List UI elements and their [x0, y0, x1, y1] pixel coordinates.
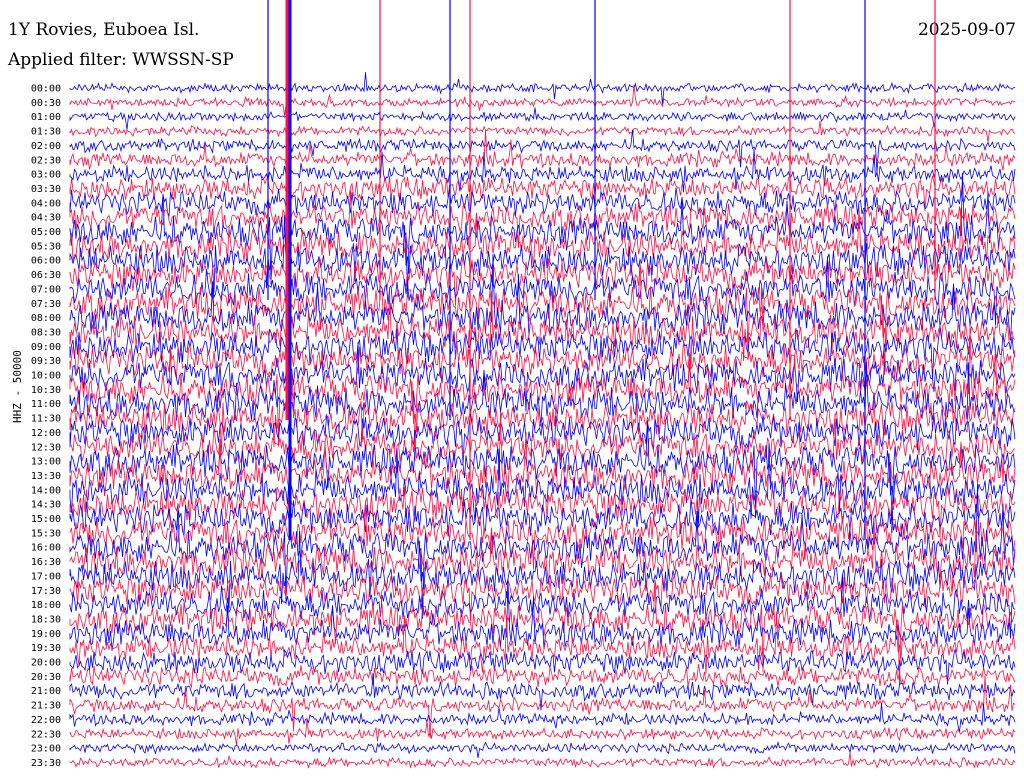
time-tick-label: 02:00 [31, 141, 61, 152]
time-tick-label: 12:00 [31, 428, 61, 439]
helicorder-plot: 00:00 00:30 01:00 01:30 02:00 02:30 03:00 03:30… [31, 0, 1016, 769]
time-tick-label: 08:00 [31, 313, 61, 324]
time-tick-label: 02:30 [31, 155, 61, 166]
time-tick-label: 17:00 [31, 571, 61, 582]
time-tick-label: 05:00 [31, 227, 61, 238]
seismic-trace-line [69, 741, 1016, 759]
trace-group [69, 0, 1016, 769]
time-tick-label: 01:00 [31, 112, 61, 123]
time-tick-label: 03:30 [31, 184, 61, 195]
tick-label-group: 00:00 00:30 01:00 01:30 02:00 02:30 03:00 03:30… [31, 84, 61, 769]
time-tick-label: 09:30 [31, 356, 61, 367]
seismic-trace-line [69, 664, 1016, 689]
time-tick-label: 18:00 [31, 600, 61, 611]
time-tick-label: 06:00 [31, 256, 61, 267]
time-tick-label: 14:30 [31, 500, 61, 511]
time-tick-label: 22:00 [31, 715, 61, 726]
time-tick-label: 10:30 [31, 385, 61, 396]
time-tick-label: 03:00 [31, 170, 61, 181]
time-tick-label: 15:00 [31, 514, 61, 525]
time-tick-label: 08:30 [31, 327, 61, 338]
seismic-trace-line [69, 675, 1016, 739]
time-tick-label: 21:30 [31, 701, 61, 712]
time-tick-label: 23:00 [31, 744, 61, 755]
time-tick-label: 09:00 [31, 342, 61, 353]
time-tick-label: 16:30 [31, 557, 61, 568]
time-tick-label: 19:00 [31, 629, 61, 640]
time-tick-label: 00:30 [31, 98, 61, 109]
time-tick-label: 05:30 [31, 241, 61, 252]
seismic-trace-line [69, 717, 1016, 746]
seismic-trace-line [69, 752, 1016, 769]
seismic-trace-line [69, 703, 1016, 732]
time-tick-label: 16:00 [31, 543, 61, 554]
time-tick-label: 20:00 [31, 658, 61, 669]
time-tick-label: 11:00 [31, 399, 61, 410]
time-tick-label: 23:30 [31, 758, 61, 769]
seismic-trace-line [69, 148, 1016, 193]
time-tick-label: 07:00 [31, 284, 61, 295]
time-tick-label: 00:00 [31, 84, 61, 95]
time-tick-label: 06:30 [31, 270, 61, 281]
time-tick-label: 13:00 [31, 457, 61, 468]
time-tick-label: 14:00 [31, 485, 61, 496]
time-tick-label: 17:30 [31, 586, 61, 597]
seismic-trace-line [69, 371, 1016, 452]
seismic-trace-line [69, 327, 1016, 379]
time-tick-label: 19:30 [31, 643, 61, 654]
time-tick-label: 11:30 [31, 414, 61, 425]
time-tick-label: 01:30 [31, 127, 61, 138]
time-tick-label: 13:30 [31, 471, 61, 482]
time-tick-label: 18:30 [31, 614, 61, 625]
time-tick-label: 15:30 [31, 528, 61, 539]
time-tick-label: 07:30 [31, 299, 61, 310]
time-tick-label: 22:30 [31, 729, 61, 740]
time-tick-label: 20:30 [31, 672, 61, 683]
time-tick-label: 04:30 [31, 213, 61, 224]
seismic-trace-line [69, 107, 1016, 130]
time-tick-label: 04:00 [31, 198, 61, 209]
seismic-trace-line [69, 120, 1016, 143]
time-tick-label: 10:00 [31, 371, 61, 382]
time-tick-label: 21:00 [31, 686, 61, 697]
time-tick-label: 12:30 [31, 442, 61, 453]
seismic-trace-line [69, 498, 1016, 537]
